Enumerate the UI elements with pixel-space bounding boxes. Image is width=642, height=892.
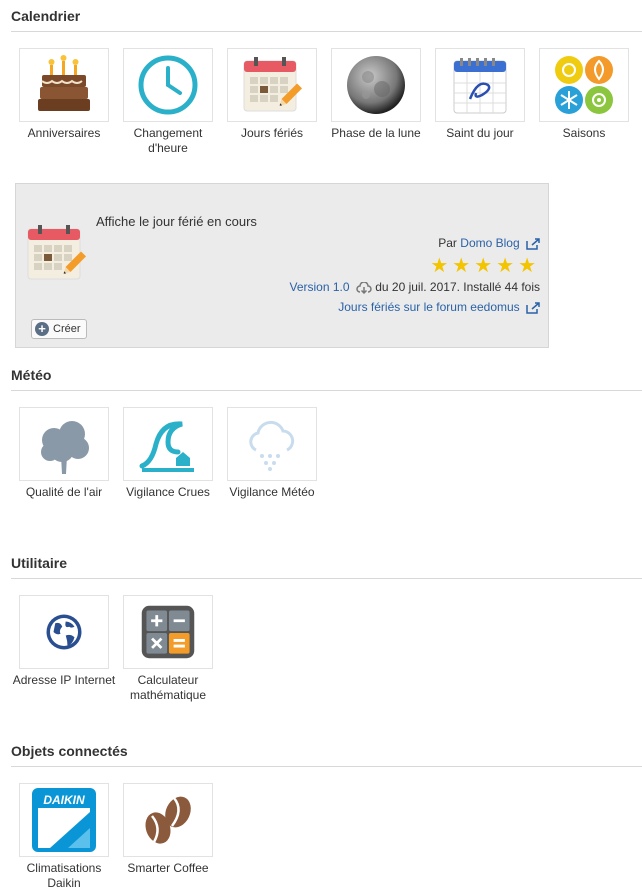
- tile-label: Saint du jour: [446, 126, 514, 140]
- section-divider: [11, 31, 642, 32]
- section-divider: [11, 578, 642, 579]
- external-link-icon[interactable]: [526, 238, 540, 250]
- tile-label: Vigilance Crues: [126, 485, 210, 499]
- author-link[interactable]: Domo Blog: [460, 236, 519, 250]
- calendar-pencil-icon: [27, 225, 87, 280]
- clock-icon: [138, 55, 198, 115]
- create-button[interactable]: + Créer: [31, 319, 87, 339]
- author-line: Par Domo Blog: [438, 236, 540, 250]
- calendar-pencil-icon: [243, 57, 303, 112]
- star-icon: ★: [518, 255, 536, 277]
- star-icon: ★: [474, 255, 493, 277]
- tile-label: Anniversaires: [27, 126, 101, 140]
- tile-label: Smarter Coffee: [127, 861, 209, 875]
- tile-vigilance-crues[interactable]: Vigilance Crues: [123, 407, 213, 500]
- star-icon: ★: [452, 255, 471, 277]
- version-date: du 20 juil. 2017. Installé 44 fois: [375, 280, 540, 294]
- tile-calculateur[interactable]: Calculateur mathématique: [123, 595, 213, 703]
- tile-label: Climatisations Daikin: [26, 861, 102, 890]
- daikin-logo-text: DAIKIN: [43, 793, 85, 807]
- section-title-utilitaire: Utilitaire: [11, 555, 68, 571]
- tile-label: Phase de la lune: [331, 126, 421, 140]
- create-label: Créer: [53, 323, 81, 335]
- version-link[interactable]: Version 1.0: [289, 280, 349, 294]
- seasons-icon: [555, 56, 613, 114]
- tile-jours-feries[interactable]: Jours fériés: [227, 48, 317, 141]
- coffee-beans-icon: [145, 796, 191, 844]
- tile-daikin[interactable]: DAIKIN Climatisations Daikin: [19, 783, 109, 891]
- rating-stars: ★ ★ ★ ★ ★: [430, 256, 536, 276]
- tile-label: Changement d'heure: [133, 126, 203, 155]
- star-icon: ★: [430, 255, 449, 277]
- plus-icon: +: [35, 322, 49, 336]
- tile-label: Qualité de l'air: [25, 485, 103, 499]
- app-detail-panel: Affiche le jour férié en cours Par Domo …: [15, 183, 549, 348]
- external-link-icon[interactable]: [526, 302, 540, 314]
- calendar-icon: [453, 58, 507, 114]
- tile-anniversaires[interactable]: Anniversaires: [19, 48, 109, 141]
- globe-icon: [46, 614, 82, 650]
- tree-icon: [41, 421, 89, 474]
- flood-wave-icon: [139, 421, 194, 472]
- section-title-objets-connectes: Objets connectés: [11, 743, 128, 759]
- tile-label: Adresse IP Internet: [12, 673, 116, 687]
- section-divider: [11, 390, 642, 391]
- daikin-logo-icon: DAIKIN: [32, 788, 96, 852]
- tile-saisons[interactable]: Saisons: [539, 48, 629, 141]
- forum-line: Jours fériés sur le forum eedomus: [338, 300, 540, 314]
- calculator-icon: [141, 605, 195, 659]
- tile-adresse-ip[interactable]: Adresse IP Internet: [13, 595, 115, 688]
- tile-phase-lune[interactable]: Phase de la lune: [331, 48, 421, 141]
- tile-changement-heure[interactable]: Changement d'heure: [123, 48, 213, 156]
- tile-qualite-air[interactable]: Qualité de l'air: [19, 407, 109, 500]
- tile-label: Calculateur mathématique: [129, 673, 207, 702]
- section-title-meteo: Météo: [11, 367, 52, 383]
- tile-vigilance-meteo[interactable]: Vigilance Météo: [227, 407, 317, 500]
- version-line: Version 1.0 du 20 juil. 2017. Installé 4…: [289, 280, 540, 294]
- author-prefix: Par: [438, 236, 457, 250]
- tile-label: Jours fériés: [240, 126, 304, 140]
- forum-link[interactable]: Jours fériés sur le forum eedomus: [338, 300, 519, 314]
- moon-icon: [347, 56, 405, 114]
- app-description: Affiche le jour férié en cours: [96, 214, 257, 229]
- tile-smarter-coffee[interactable]: Smarter Coffee: [123, 783, 213, 876]
- tile-saint-du-jour[interactable]: Saint du jour: [435, 48, 525, 141]
- birthday-cake-icon: [38, 55, 90, 111]
- section-divider: [11, 766, 642, 767]
- star-icon: ★: [496, 255, 515, 277]
- snow-cloud-icon: [249, 420, 295, 471]
- cloud-download-icon: [356, 281, 372, 294]
- section-title-calendrier: Calendrier: [11, 8, 81, 24]
- tile-label: Saisons: [562, 126, 606, 140]
- tile-label: Vigilance Météo: [229, 485, 315, 499]
